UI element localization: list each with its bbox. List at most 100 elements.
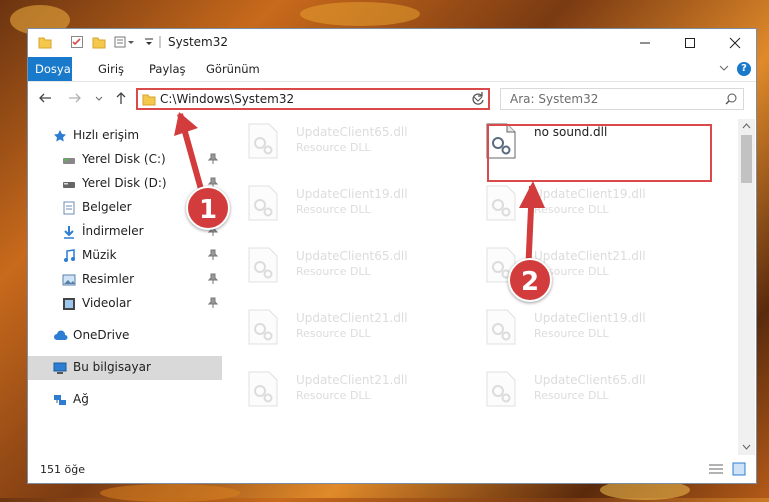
maximize-button[interactable]	[667, 29, 712, 57]
file-item[interactable]: UpdateClient19.dll Resource DLL	[462, 305, 682, 349]
file-description: Resource DLL	[296, 327, 371, 340]
file-highlight-box	[487, 124, 712, 182]
sidebar-item-network[interactable]: Ağ	[28, 388, 222, 412]
search-icon[interactable]	[725, 93, 737, 105]
sidebar-item-label: Ağ	[73, 392, 89, 406]
sidebar-item-label: Belgeler	[82, 200, 132, 214]
address-bar[interactable]: C:\Windows\System32	[136, 88, 490, 110]
sidebar-item-pictures[interactable]: Resimler	[28, 268, 222, 292]
file-item[interactable]: UpdateClient19.dll Resource DLL	[224, 181, 444, 225]
network-icon	[53, 393, 67, 407]
refresh-button[interactable]	[470, 91, 490, 113]
sidebar-item-label: OneDrive	[73, 328, 130, 342]
dll-file-icon	[486, 309, 516, 345]
tab-file[interactable]: Dosya	[28, 57, 72, 81]
folder-icon	[38, 35, 52, 49]
search-box[interactable]: Ara: System32	[500, 88, 744, 110]
star-icon	[53, 129, 67, 143]
computer-icon	[53, 361, 67, 375]
pin-icon[interactable]	[208, 273, 218, 285]
status-bar: 151 öğe	[28, 457, 756, 483]
vertical-scrollbar[interactable]	[738, 119, 755, 455]
customize-toolbar-icon[interactable]	[114, 35, 136, 49]
file-name: UpdateClient65.dll	[296, 125, 408, 139]
callout-badge-1: 1	[186, 186, 230, 230]
tab-view[interactable]: Görünüm	[198, 57, 268, 81]
drive-icon	[62, 177, 76, 191]
navigation-bar: C:\Windows\System32 Ara: System32	[28, 82, 756, 116]
up-arrow-icon[interactable]	[114, 91, 128, 105]
tab-share[interactable]: Paylaş	[141, 57, 194, 81]
close-button[interactable]	[712, 29, 757, 57]
forward-arrow-icon[interactable]	[68, 91, 82, 105]
maximize-icon	[684, 38, 695, 48]
pin-icon[interactable]	[208, 249, 218, 261]
cloud-icon	[53, 329, 68, 343]
ribbon: Dosya Giriş Paylaş Görünüm ?	[28, 57, 756, 82]
download-icon	[62, 225, 76, 239]
details-view-icon[interactable]	[708, 463, 724, 475]
tab-home[interactable]: Giriş	[90, 57, 132, 81]
file-description: Resource DLL	[296, 141, 371, 154]
file-item[interactable]: UpdateClient21.dll Resource DLL	[224, 305, 444, 349]
item-count: 151 öğe	[40, 463, 85, 476]
close-icon	[729, 37, 740, 49]
folder-icon	[142, 92, 156, 106]
address-path: C:\Windows\System32	[160, 92, 295, 106]
sidebar-item-label: Müzik	[82, 248, 117, 262]
sidebar-item-label: Yerel Disk (C:)	[82, 152, 166, 166]
sidebar-item-label: Hızlı erişim	[73, 128, 140, 142]
sidebar-item-this-pc[interactable]: Bu bilgisayar	[28, 356, 222, 380]
title-divider	[158, 35, 162, 49]
pin-icon[interactable]	[208, 297, 218, 309]
expand-ribbon-icon[interactable]	[718, 62, 730, 74]
sidebar-item-music[interactable]: Müzik	[28, 244, 222, 268]
file-item[interactable]: UpdateClient21.dll Resource DLL	[224, 367, 444, 411]
scrollbar-thumb[interactable]	[741, 135, 752, 183]
drive-icon	[62, 153, 76, 167]
sidebar-item-label: İndirmeler	[82, 224, 144, 238]
dll-file-icon	[248, 185, 278, 221]
refresh-icon	[472, 92, 484, 105]
properties-icon[interactable]	[70, 35, 84, 49]
scroll-down-icon[interactable]	[742, 443, 751, 451]
file-name: UpdateClient21.dll	[296, 311, 408, 325]
file-item[interactable]: UpdateClient21.dll Resource DLL	[462, 243, 682, 287]
search-placeholder: Ara: System32	[510, 92, 599, 106]
pictures-icon	[62, 273, 76, 287]
dll-file-icon	[248, 123, 278, 159]
file-item[interactable]: UpdateClient65.dll Resource DLL	[462, 367, 682, 411]
chevron-down-icon[interactable]	[142, 35, 156, 49]
sidebar-item-label: Yerel Disk (D:)	[82, 176, 167, 190]
file-item[interactable]: UpdateClient19.dll Resource DLL	[462, 181, 682, 225]
window-title: System32	[168, 35, 229, 49]
dll-file-icon	[248, 371, 278, 407]
dll-file-icon	[248, 309, 278, 345]
sidebar-item-label: Bu bilgisayar	[73, 360, 151, 374]
videos-icon	[62, 297, 76, 311]
sidebar-item-label: Videolar	[82, 296, 132, 310]
file-description: Resource DLL	[296, 389, 371, 402]
recent-locations-icon[interactable]	[94, 91, 104, 105]
file-item[interactable]: UpdateClient65.dll Resource DLL	[224, 243, 444, 287]
file-description: Resource DLL	[296, 265, 371, 278]
explorer-window: System32 Dosya Giriş Paylaş Görünüm ? C:…	[27, 28, 757, 484]
large-icons-view-icon[interactable]	[732, 462, 746, 476]
file-name: UpdateClient21.dll	[296, 373, 408, 387]
title-bar: System32	[28, 29, 756, 57]
music-icon	[62, 249, 76, 263]
file-description: Resource DLL	[534, 389, 609, 402]
sidebar-item-label: Resimler	[82, 272, 135, 286]
back-arrow-icon[interactable]	[38, 91, 52, 105]
minimize-icon	[639, 42, 650, 44]
file-name: UpdateClient65.dll	[296, 249, 408, 263]
help-icon[interactable]: ?	[737, 62, 751, 76]
sidebar-item-videos[interactable]: Videolar	[28, 292, 222, 316]
scroll-up-icon[interactable]	[742, 122, 751, 130]
new-folder-icon[interactable]	[92, 35, 106, 49]
file-name: UpdateClient19.dll	[534, 311, 646, 325]
sidebar-item-onedrive[interactable]: OneDrive	[28, 324, 222, 348]
minimize-button[interactable]	[622, 29, 667, 57]
dll-file-icon	[248, 247, 278, 283]
file-item[interactable]: UpdateClient65.dll Resource DLL	[224, 119, 444, 163]
